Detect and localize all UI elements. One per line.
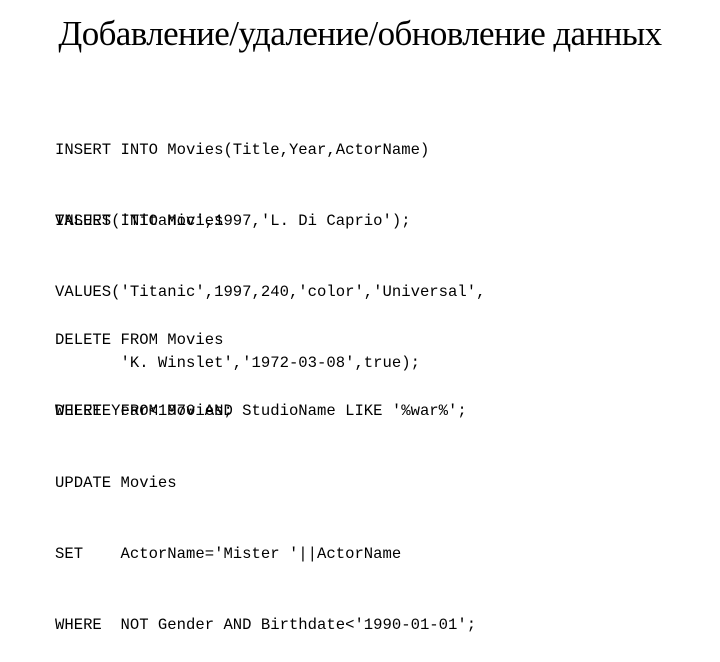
code-line: INSERT INTO Movies(Title,Year,ActorName) xyxy=(55,140,430,159)
code-line: INSERT INTO Movies xyxy=(55,211,224,230)
code-line: WHERE NOT Gender AND Birthdate<'1990-01-… xyxy=(55,616,477,635)
slide-title: Добавление/удаление/обновление данных xyxy=(58,14,662,53)
code-line: UPDATE Movies xyxy=(55,473,177,492)
code-line: DELETE FROM Movies; xyxy=(55,401,233,420)
code-line: SET ActorName='Mister '||ActorName xyxy=(55,544,402,563)
code-line: DELETE FROM Movies xyxy=(55,330,224,349)
code-block-update: UPDATE Movies SET ActorName='Mister '||A… xyxy=(55,424,476,662)
